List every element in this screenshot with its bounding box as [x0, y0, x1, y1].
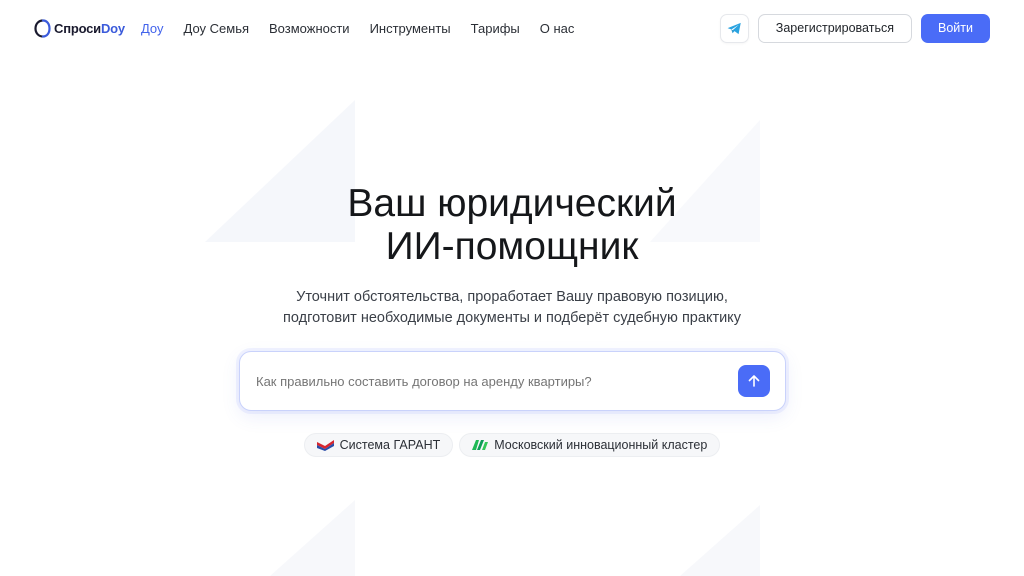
telegram-icon — [727, 22, 741, 34]
hero-title-line2: ИИ-помощник — [385, 225, 639, 268]
arrow-up-icon — [748, 375, 760, 387]
question-input[interactable] — [256, 373, 738, 389]
hero-title-line1: Ваш юридический — [347, 182, 677, 225]
garant-logo-icon — [316, 440, 334, 451]
nav-item-doy-family[interactable]: Доу Семья — [184, 21, 250, 36]
hero-title: Ваш юридический ИИ-помощник — [0, 182, 1024, 268]
header-actions: Зарегистрироваться Войти — [719, 13, 990, 43]
header: СпросиDoy Доу Доу Семья Возможности Инст… — [0, 0, 1024, 56]
question-box — [239, 351, 786, 411]
page: СпросиDoy Доу Доу Семья Возможности Инст… — [0, 0, 1024, 576]
hero-subtitle-line1: Уточнит обстоятельства, проработает Вашу… — [296, 289, 728, 305]
badge-garant-label: Система ГАРАНТ — [339, 438, 441, 452]
badge-mik-label: Московский инновационный кластер — [494, 438, 708, 452]
nav-item-doy[interactable]: Доу — [141, 21, 164, 36]
logo[interactable]: СпросиDoy — [34, 18, 125, 38]
main-nav: Доу Доу Семья Возможности Инструменты Та… — [141, 21, 574, 36]
nav-item-about[interactable]: О нас — [540, 21, 575, 36]
logo-text: СпросиDoy — [54, 21, 125, 36]
logo-text-part2: Doy — [100, 20, 125, 36]
telegram-button[interactable] — [719, 13, 749, 43]
hero-subtitle-line2: подготовит необходимые документы и подбе… — [283, 310, 741, 326]
nav-item-tools[interactable]: Инструменты — [370, 21, 451, 36]
partner-badges: Система ГАРАНТ Московский инновационный … — [0, 433, 1024, 457]
hero-subtitle: Уточнит обстоятельства, проработает Вашу… — [0, 287, 1024, 329]
badge-mik[interactable]: Московский инновационный кластер — [459, 433, 721, 457]
login-button[interactable]: Войти — [921, 13, 990, 43]
mik-logo-icon — [472, 440, 489, 450]
logo-mark-icon — [34, 18, 51, 38]
nav-item-pricing[interactable]: Тарифы — [471, 21, 520, 36]
logo-text-part1: Спроси — [54, 20, 101, 36]
send-button[interactable] — [738, 365, 770, 397]
nav-item-features[interactable]: Возможности — [269, 21, 350, 36]
register-button[interactable]: Зарегистрироваться — [757, 13, 912, 43]
badge-garant[interactable]: Система ГАРАНТ — [303, 433, 454, 457]
